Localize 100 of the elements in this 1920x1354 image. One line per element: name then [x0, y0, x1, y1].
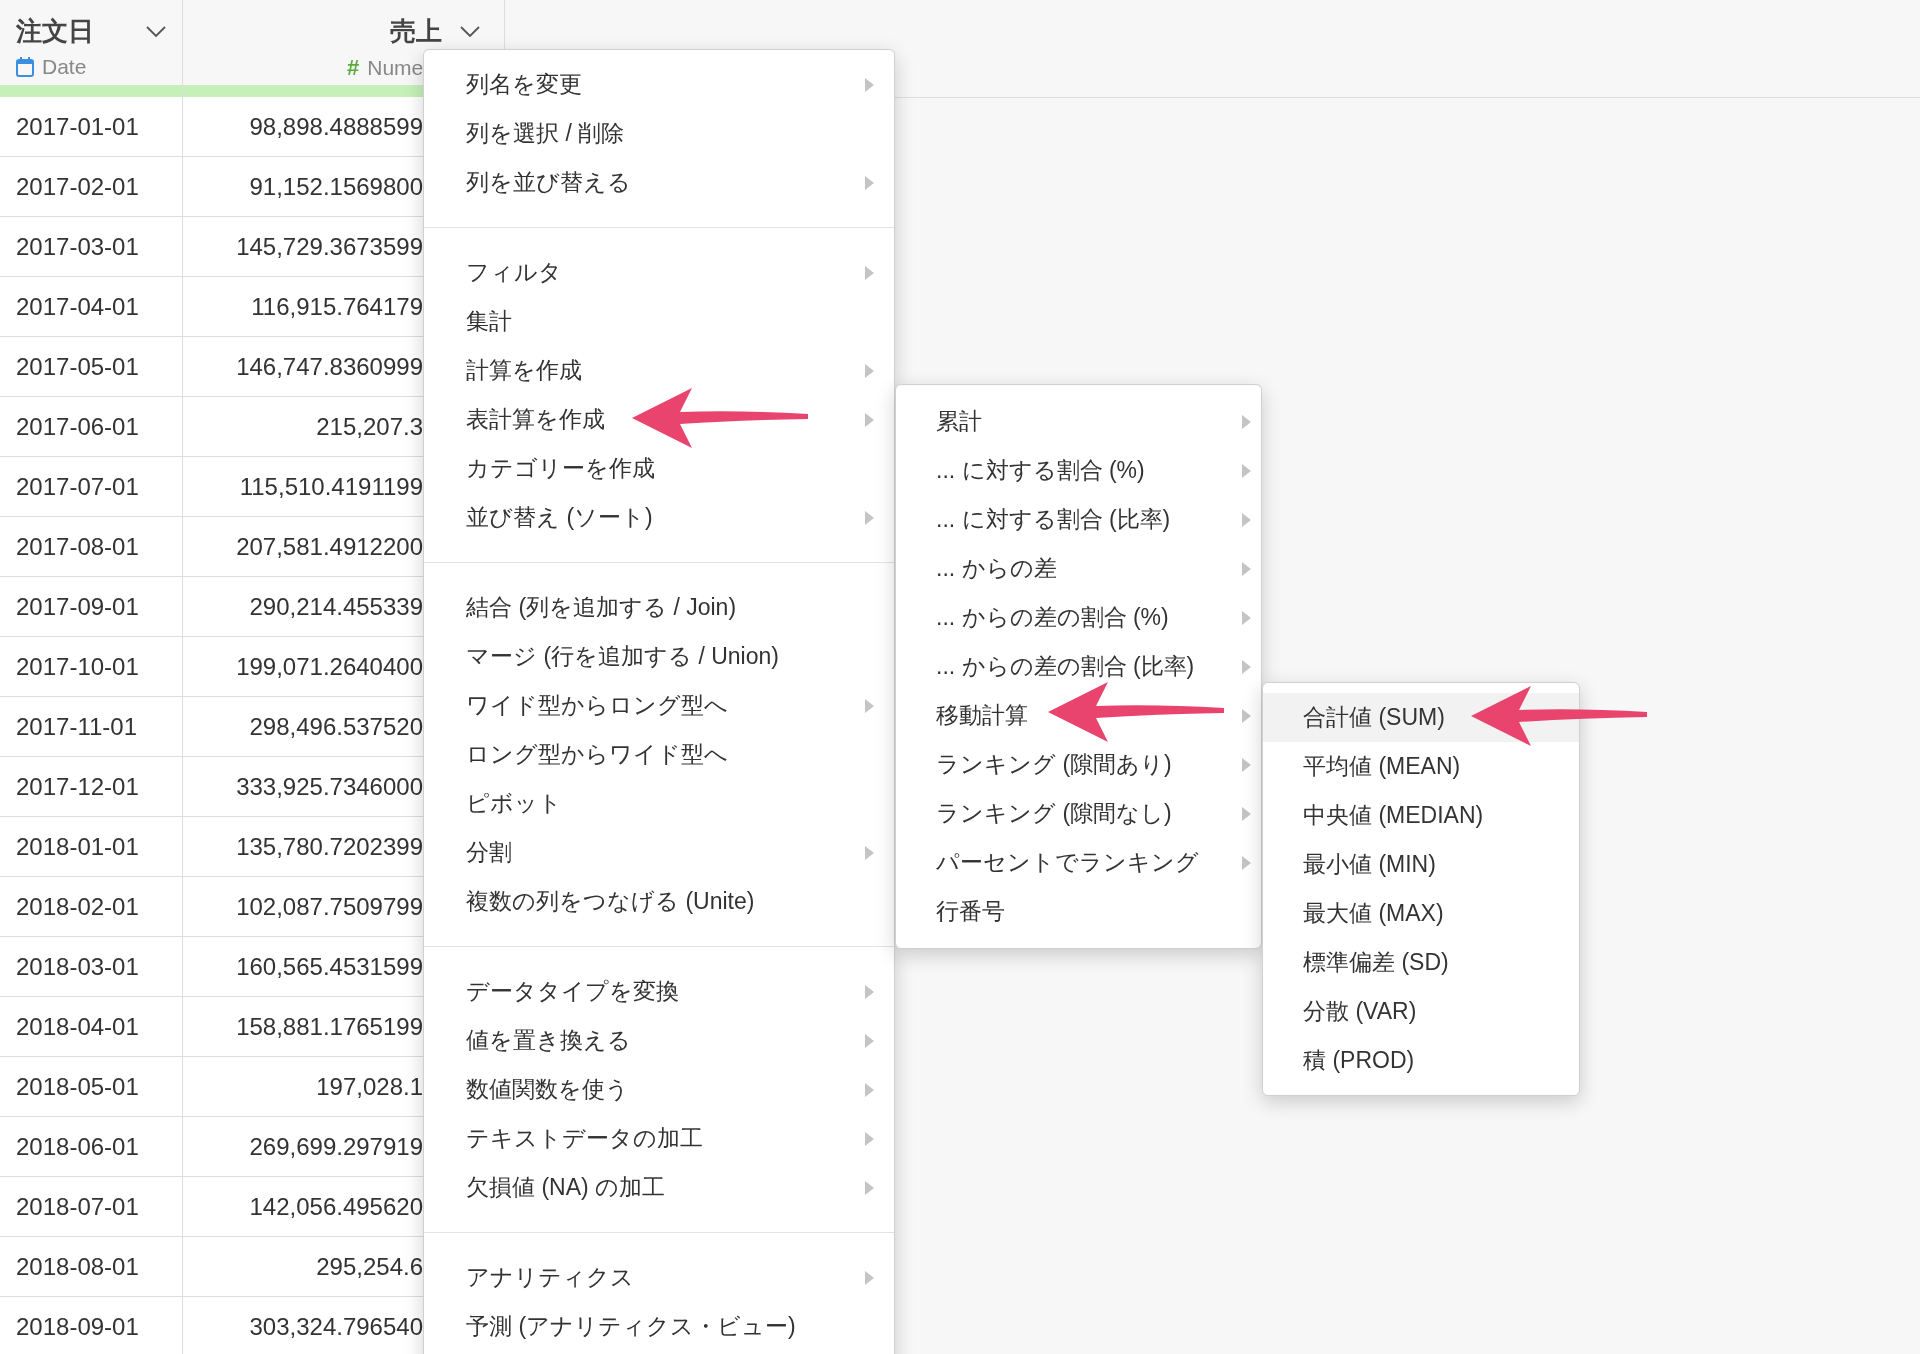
submenu-arrow-icon	[865, 845, 874, 860]
table-cell-text: 158,881.1765199	[235, 1011, 423, 1042]
table-cell-text: 160,565.4531599	[235, 951, 423, 982]
table-cell: 2018-05-01	[0, 1057, 183, 1116]
submenu-arrow-icon	[1242, 561, 1251, 576]
table-cell: 2018-02-01	[0, 877, 183, 936]
table-cell: 2018-09-01	[0, 1297, 183, 1354]
table-cell-text: 269,699.297919	[248, 1131, 423, 1162]
menu-item[interactable]: 並び替え (ソート)	[424, 493, 894, 542]
menu-item[interactable]: 積 (PROD)	[1263, 1036, 1579, 1085]
menu-item[interactable]: 標準偏差 (SD)	[1263, 938, 1579, 987]
table-cell: 2017-10-01	[0, 637, 183, 696]
menu-item[interactable]: ... に対する割合 (比率)	[896, 495, 1261, 544]
chevron-down-icon[interactable]	[460, 25, 480, 38]
menu-item[interactable]: フィルタ	[424, 248, 894, 297]
table-cell: 2018-06-01	[0, 1117, 183, 1176]
menu-item[interactable]: 結合 (列を追加する / Join)	[424, 583, 894, 632]
table-cell: 2018-03-01	[0, 937, 183, 996]
menu-item[interactable]: 行番号	[896, 887, 1261, 936]
table-cell-text: 135,780.7202399	[235, 831, 423, 862]
calendar-icon	[16, 57, 34, 77]
menu-item[interactable]: 欠損値 (NA) の加工	[424, 1163, 894, 1212]
menu-item[interactable]: 中央値 (MEDIAN)	[1263, 791, 1579, 840]
menu-item[interactable]: 累計	[896, 397, 1261, 446]
submenu-arrow-icon	[1242, 757, 1251, 772]
table-cell-text: 145,729.3673599	[235, 231, 423, 262]
menu-item[interactable]: ピボット	[424, 779, 894, 828]
menu-item[interactable]: ... からの差	[896, 544, 1261, 593]
menu-item[interactable]: 最大値 (MAX)	[1263, 889, 1579, 938]
table-cell-text: 91,152.1569800	[248, 171, 423, 202]
table-cell: 2018-08-01	[0, 1237, 183, 1296]
menu-item[interactable]: 分割	[424, 828, 894, 877]
table-cell: 2017-01-01	[0, 97, 183, 156]
submenu-arrow-icon	[865, 1033, 874, 1048]
table-cell-text: 333,925.7346000	[235, 771, 423, 802]
menu-item[interactable]: 列を選択 / 削除	[424, 109, 894, 158]
menu-item[interactable]: ワイド型からロング型へ	[424, 681, 894, 730]
table-cell: 2017-11-01	[0, 697, 183, 756]
menu-item[interactable]: ランキング (隙間なし)	[896, 789, 1261, 838]
menu-item[interactable]: ロング型からワイド型へ	[424, 730, 894, 779]
submenu-arrow-icon	[1242, 659, 1251, 674]
menu-item[interactable]: カテゴリーを作成	[424, 444, 894, 493]
menu-item[interactable]: アナリティクス	[424, 1253, 894, 1302]
menu-item[interactable]: 移動計算	[896, 691, 1261, 740]
arrow-icon	[1046, 680, 1226, 744]
table-cell-text: 116,915.764179	[250, 291, 423, 322]
menu-item[interactable]: 集計	[424, 297, 894, 346]
menu-item[interactable]: 数値関数を使う	[424, 1065, 894, 1114]
menu-item[interactable]: 分散 (VAR)	[1263, 987, 1579, 1036]
menu-item[interactable]: 表計算を作成	[424, 395, 894, 444]
menu-item[interactable]: ランキング (隙間あり)	[896, 740, 1261, 789]
submenu-arrow-icon	[865, 412, 874, 427]
arrow-icon	[1469, 684, 1649, 748]
table-cell-text: 290,214.455339	[248, 591, 423, 622]
table-cell: 2018-07-01	[0, 1177, 183, 1236]
table-cell-text: 197,028.1	[315, 1071, 423, 1102]
table-cell-text: 215,207.3	[315, 411, 423, 442]
table-cell-text: 303,324.796540	[248, 1311, 423, 1342]
submenu-arrow-icon	[865, 265, 874, 280]
menu-item[interactable]: 計算を作成	[424, 346, 894, 395]
submenu-arrow-icon	[865, 510, 874, 525]
table-cell-text: 298,496.537520	[248, 711, 423, 742]
submenu-arrow-icon	[865, 363, 874, 378]
table-cell: 2017-12-01	[0, 757, 183, 816]
menu-item[interactable]: 複数の列をつなげる (Unite)	[424, 877, 894, 926]
menu-item[interactable]: ... に対する割合 (%)	[896, 446, 1261, 495]
menu-item[interactable]: 値を置き換える	[424, 1016, 894, 1065]
table-cell: 2017-05-01	[0, 337, 183, 396]
submenu-arrow-icon	[1242, 610, 1251, 625]
menu-item[interactable]: テキストデータの加工	[424, 1114, 894, 1163]
submenu-arrow-icon	[865, 698, 874, 713]
menu-item[interactable]: ... からの差の割合 (%)	[896, 593, 1261, 642]
submenu-arrow-icon	[865, 175, 874, 190]
table-cell: 2017-03-01	[0, 217, 183, 276]
table-cell: 2017-02-01	[0, 157, 183, 216]
table-cell-text: 115,510.4191199	[238, 471, 423, 502]
menu-item[interactable]: ... からの差の割合 (比率)	[896, 642, 1261, 691]
chevron-down-icon[interactable]	[146, 25, 166, 38]
table-cell: 2017-04-01	[0, 277, 183, 336]
submenu-arrow-icon	[865, 1270, 874, 1285]
menu-item[interactable]: 最小値 (MIN)	[1263, 840, 1579, 889]
submenu-arrow-icon	[1242, 463, 1251, 478]
menu-item[interactable]: パーセントでランキング	[896, 838, 1261, 887]
table-cell: 2017-08-01	[0, 517, 183, 576]
menu-item[interactable]: データタイプを変換	[424, 967, 894, 1016]
table-cell: 2017-06-01	[0, 397, 183, 456]
table-cell-text: 98,898.4888599	[248, 111, 423, 142]
submenu-arrow-icon	[865, 1082, 874, 1097]
table-cell-text: 102,087.7509799	[235, 891, 423, 922]
submenu-arrow-icon	[865, 1131, 874, 1146]
arrow-icon	[630, 386, 810, 450]
column-type: Date	[42, 55, 87, 79]
submenu-arrow-icon	[1242, 414, 1251, 429]
menu-item[interactable]: マージ (行を追加する / Union)	[424, 632, 894, 681]
menu-item[interactable]: 予測 (アナリティクス・ビュー)	[424, 1302, 894, 1351]
table-cell-text: 146,747.8360999	[235, 351, 423, 382]
submenu-arrow-icon	[1242, 512, 1251, 527]
menu-item[interactable]: 平均値 (MEAN)	[1263, 742, 1579, 791]
table-cell: 2017-09-01	[0, 577, 183, 636]
menu-item[interactable]: 列を並び替える	[424, 158, 894, 207]
